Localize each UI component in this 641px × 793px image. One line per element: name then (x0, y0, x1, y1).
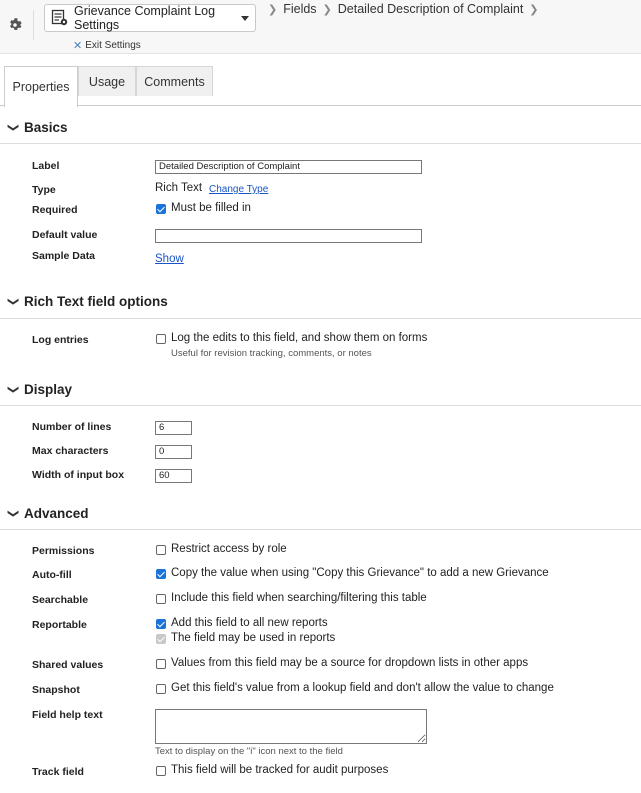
number-of-lines-label: Number of lines (32, 421, 112, 433)
exit-settings-label: Exit Settings (85, 40, 141, 51)
log-entries-text: Log the edits to this field, and show th… (171, 332, 428, 344)
reportable-label: Reportable (32, 619, 87, 631)
show-sample-link[interactable]: Show (155, 253, 184, 265)
exit-settings-link[interactable]: ✕ Exit Settings (73, 39, 141, 52)
section-divider (0, 529, 641, 530)
log-entries-label: Log entries (32, 334, 89, 346)
section-divider (0, 143, 641, 144)
permissions-label: Permissions (32, 545, 95, 557)
app-name: Grievance Complaint Log Settings (74, 4, 216, 32)
section-advanced-header[interactable]: ❮ Advanced (0, 502, 641, 524)
reportable-text: Add this field to all new reports (171, 617, 328, 629)
shared-values-text: Values from this field may be a source f… (171, 657, 529, 669)
shared-values-label: Shared values (32, 659, 104, 671)
required-checkbox[interactable] (156, 204, 166, 214)
section-display-header[interactable]: ❮ Display (0, 378, 641, 400)
tab-comments[interactable]: Comments (136, 66, 213, 96)
required-text: Must be filled in (171, 202, 251, 214)
reportable-used-checkbox (156, 634, 166, 644)
auto-fill-checkbox[interactable] (156, 569, 166, 579)
field-help-textarea[interactable] (155, 709, 427, 744)
properties-panel: ❮ Basics Label Detailed Description of C… (0, 0, 641, 793)
tab-bar: Usage Comments Properties (0, 66, 641, 107)
breadcrumb-field-name[interactable]: Detailed Description of Complaint (338, 2, 524, 16)
settings-header: Grievance Complaint Log Settings ❯ Field… (0, 0, 641, 54)
label-input[interactable]: Detailed Description of Complaint (155, 160, 422, 174)
chevron-down-icon: ❮ (7, 508, 20, 518)
max-characters-label: Max characters (32, 445, 109, 457)
tab-usage[interactable]: Usage (78, 66, 136, 96)
section-basics-header[interactable]: ❮ Basics (0, 116, 641, 138)
max-characters-input[interactable]: 0 (155, 445, 192, 459)
track-field-label: Track field (32, 766, 84, 778)
table-settings-icon (51, 9, 68, 26)
snapshot-label: Snapshot (32, 684, 80, 696)
chevron-down-icon: ❮ (7, 296, 20, 306)
label-label: Label (32, 160, 60, 172)
type-value: Rich Text (155, 182, 203, 194)
section-title: Display (24, 381, 73, 397)
searchable-label: Searchable (32, 594, 89, 606)
track-field-checkbox[interactable] (156, 766, 166, 776)
section-richtext-header[interactable]: ❮ Rich Text field options (0, 290, 641, 312)
breadcrumb: ❯ Fields ❯ Detailed Description of Compl… (262, 2, 545, 16)
chevron-right-icon: ❯ (268, 3, 278, 16)
input-width-input[interactable]: 60 (155, 469, 192, 483)
shared-values-checkbox[interactable] (156, 659, 166, 669)
track-field-text: This field will be tracked for audit pur… (171, 764, 389, 776)
field-help-hint: Text to display on the "i" icon next to … (155, 746, 343, 757)
sample-data-label: Sample Data (32, 250, 96, 262)
auto-fill-text: Copy the value when using "Copy this Gri… (171, 567, 549, 579)
chevron-down-icon: ❮ (7, 384, 20, 394)
permissions-checkbox[interactable] (156, 545, 166, 555)
searchable-checkbox[interactable] (156, 594, 166, 604)
breadcrumb-fields[interactable]: Fields (283, 2, 316, 16)
divider (33, 10, 34, 40)
caret-down-icon (241, 15, 249, 21)
input-width-label: Width of input box (32, 469, 125, 481)
chevron-right-icon: ❯ (529, 3, 539, 16)
number-of-lines-input[interactable]: 6 (155, 421, 192, 435)
reportable-checkbox[interactable] (156, 619, 166, 629)
close-icon: ✕ (73, 40, 83, 52)
chevron-right-icon: ❯ (322, 3, 332, 16)
tab-properties[interactable]: Properties (4, 66, 78, 107)
searchable-text: Include this field when searching/filter… (171, 592, 427, 604)
gear-icon[interactable] (8, 18, 22, 32)
section-divider (0, 318, 641, 319)
field-help-label: Field help text (32, 709, 103, 721)
chevron-down-icon: ❮ (7, 122, 20, 132)
default-value-label: Default value (32, 229, 98, 241)
log-entries-hint: Useful for revision tracking, comments, … (171, 348, 372, 359)
section-title: Rich Text field options (24, 293, 168, 309)
section-title: Advanced (24, 505, 89, 521)
section-title: Basics (24, 119, 68, 135)
default-value-input[interactable] (155, 229, 422, 243)
reportable-used-text: The field may be used in reports (171, 632, 336, 644)
change-type-link[interactable]: Change Type (209, 184, 268, 195)
section-divider (0, 405, 641, 406)
required-label: Required (32, 204, 78, 216)
type-label: Type (32, 184, 56, 196)
app-selector-button[interactable]: Grievance Complaint Log Settings (44, 4, 256, 32)
permissions-text: Restrict access by role (171, 543, 287, 555)
snapshot-checkbox[interactable] (156, 684, 166, 694)
log-entries-checkbox[interactable] (156, 334, 166, 344)
snapshot-text: Get this field's value from a lookup fie… (171, 682, 554, 694)
auto-fill-label: Auto-fill (32, 569, 72, 581)
